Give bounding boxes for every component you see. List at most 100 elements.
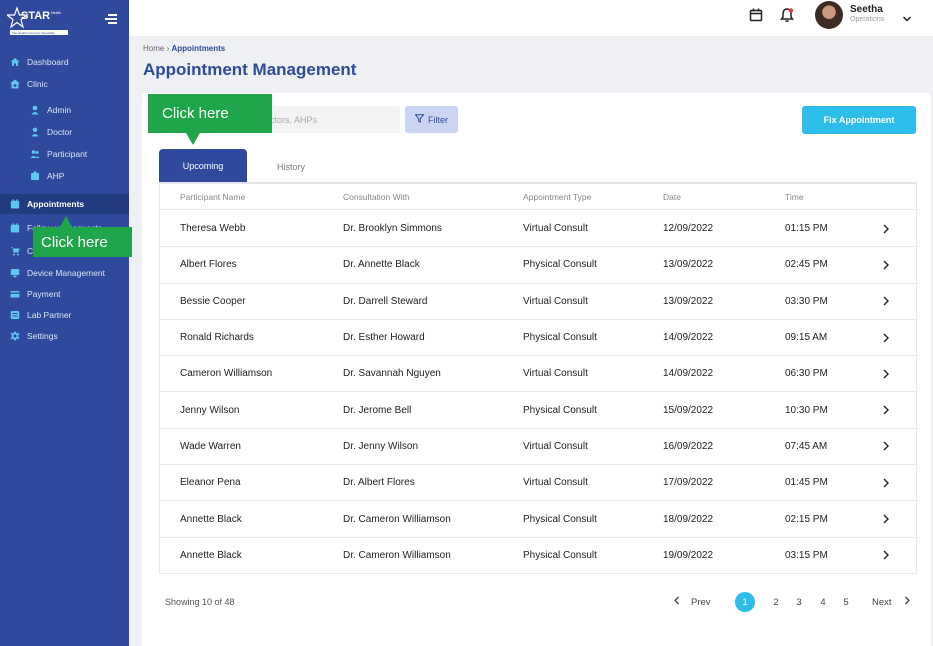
table-row[interactable]: Annette Black Dr. Cameron Williamson Physi… — [160, 538, 916, 574]
chevron-right-icon[interactable] — [880, 404, 892, 416]
avatar[interactable] — [815, 1, 843, 29]
breadcrumb-separator: › — [166, 44, 170, 53]
page-1[interactable]: 1 — [735, 592, 755, 612]
callout-tab-hint: Click here — [148, 94, 272, 133]
cell-time: 01:15 PM — [785, 223, 828, 235]
chevron-right-icon — [903, 596, 911, 608]
cell-consultation: Dr. Cameron Williamson — [343, 513, 451, 525]
doctor-icon — [30, 127, 40, 137]
sidebar-item-payment[interactable]: Payment — [0, 284, 129, 304]
bell-icon[interactable] — [779, 7, 795, 23]
chevron-right-icon[interactable] — [880, 440, 892, 452]
chevron-right-icon[interactable] — [880, 549, 892, 561]
cell-time: 06:30 PM — [785, 368, 828, 380]
page-2[interactable]: 2 — [766, 592, 786, 612]
sidebar-item-lab-partner[interactable]: Lab Partner — [0, 305, 129, 325]
cell-time: 09:15 AM — [785, 332, 828, 344]
lab-icon — [10, 310, 20, 320]
table-row[interactable]: Annette Black Dr. Cameron Williamson Physi… — [160, 501, 916, 538]
table-row[interactable]: Cameron Williamson Dr. Savannah Nguyen Vir… — [160, 356, 916, 393]
filter-label: Filter — [428, 114, 448, 125]
tab-history[interactable]: History — [253, 149, 329, 184]
sidebar-item-participant[interactable]: Participant — [0, 144, 129, 164]
sidebar-item-clinic[interactable]: Clinic — [0, 74, 129, 94]
table-row[interactable]: Bessie Cooper Dr. Darrell Steward Virtual … — [160, 284, 916, 320]
fix-appointment-button[interactable]: Fix Appointment — [802, 106, 916, 134]
filter-button[interactable]: Filter — [405, 106, 458, 133]
calendar-icon[interactable] — [748, 7, 764, 23]
tab-upcoming[interactable]: Upcoming — [159, 149, 247, 184]
payment-icon — [10, 289, 20, 299]
prev-label: Prev — [691, 596, 711, 608]
cell-type: Virtual Consult — [523, 440, 588, 452]
callout-tail — [186, 133, 200, 145]
chevron-right-icon[interactable] — [880, 259, 892, 271]
breadcrumb-home[interactable]: Home — [143, 44, 164, 53]
sidebar-item-appointments[interactable]: Appointments — [0, 194, 129, 214]
cell-participant: Wade Warren — [180, 440, 241, 452]
table-row[interactable]: Theresa Webb Dr. Brooklyn Simmons Virtual … — [160, 211, 916, 248]
topbar: Seetha Operations — [129, 0, 933, 36]
page-5[interactable]: 5 — [836, 592, 856, 612]
sidebar-item-doctor[interactable]: Doctor — [0, 122, 129, 142]
cell-time: 02:45 PM — [785, 259, 828, 271]
sidebar-item-device-management[interactable]: Device Management — [0, 263, 129, 283]
sidebar-item-label: AHP — [47, 171, 65, 181]
appointments-table: Participant Name Consultation With Appoi… — [159, 184, 917, 574]
page-4[interactable]: 4 — [813, 592, 833, 612]
table-row[interactable]: Eleanor Pena Dr. Albert Flores Virtual Con… — [160, 465, 916, 502]
chevron-right-icon[interactable] — [880, 223, 892, 235]
cell-date: 15/09/2022 — [663, 404, 714, 416]
sidebar-item-label: Clinic — [27, 79, 48, 89]
chevron-down-icon[interactable] — [902, 10, 912, 22]
prev-button[interactable]: Prev — [673, 592, 711, 612]
table-row[interactable]: Ronald Richards Dr. Esther Howard Physical… — [160, 320, 916, 357]
next-button[interactable]: Next — [872, 592, 911, 612]
cell-date: 16/09/2022 — [663, 440, 714, 452]
showing-count: Showing 10 of 48 — [165, 597, 235, 607]
chevron-right-icon[interactable] — [880, 368, 892, 380]
table-row[interactable]: Albert Flores Dr. Annette Black Physical C… — [160, 247, 916, 284]
cell-date: 19/09/2022 — [663, 549, 714, 561]
logo-sub: Health — [51, 11, 61, 15]
cell-consultation: Dr. Brooklyn Simmons — [343, 223, 442, 235]
sidebar-item-label: Admin — [47, 105, 72, 115]
cell-consultation: Dr. Albert Flores — [343, 477, 415, 489]
sidebar-item-label: Settings — [27, 331, 58, 341]
table-header: Participant Name Consultation With Appoi… — [160, 184, 916, 210]
calendar-icon — [10, 223, 20, 233]
page-3[interactable]: 3 — [789, 592, 809, 612]
breadcrumb-current: Appointments — [171, 44, 226, 53]
table-row[interactable]: Jenny Wilson Dr. Jerome Bell Physical Cons… — [160, 393, 916, 429]
cell-time: 10:30 PM — [785, 404, 828, 416]
chevron-right-icon[interactable] — [880, 477, 892, 489]
sidebar-item-admin[interactable]: Admin — [0, 100, 129, 120]
cart-icon — [10, 246, 20, 256]
chevron-right-icon[interactable] — [880, 332, 892, 344]
chevron-right-icon[interactable] — [880, 295, 892, 307]
table-row[interactable]: Wade Warren Dr. Jenny Wilson Virtual Consu… — [160, 429, 916, 466]
user-role: Operations — [850, 16, 885, 23]
cell-date: 13/09/2022 — [663, 295, 714, 307]
device-icon — [10, 268, 20, 278]
sidebar-item-settings[interactable]: Settings — [0, 326, 129, 346]
filter-icon — [414, 114, 425, 125]
chevron-right-icon[interactable] — [880, 513, 892, 525]
cell-type: Physical Consult — [523, 259, 597, 271]
cell-participant: Albert Flores — [180, 259, 237, 271]
sidebar: STAR Health The Health Insurance Special… — [0, 0, 129, 646]
cell-date: 17/09/2022 — [663, 477, 714, 489]
sidebar-item-label: Participant — [47, 149, 88, 159]
header-type: Appointment Type — [523, 191, 592, 202]
cell-consultation: Dr. Jenny Wilson — [343, 440, 419, 452]
cell-participant: Annette Black — [180, 513, 242, 525]
cell-date: 14/09/2022 — [663, 368, 714, 380]
cell-type: Physical Consult — [523, 513, 597, 525]
sidebar-item-dashboard[interactable]: Dashboard — [0, 52, 129, 72]
cell-type: Physical Consult — [523, 549, 597, 561]
cell-type: Virtual Consult — [523, 477, 588, 489]
sidebar-item-ahp[interactable]: AHP — [0, 166, 129, 186]
header-time: Time — [785, 191, 804, 202]
search-placeholder: ctors, AHPs — [270, 114, 318, 125]
menu-toggle-icon[interactable] — [105, 14, 117, 24]
